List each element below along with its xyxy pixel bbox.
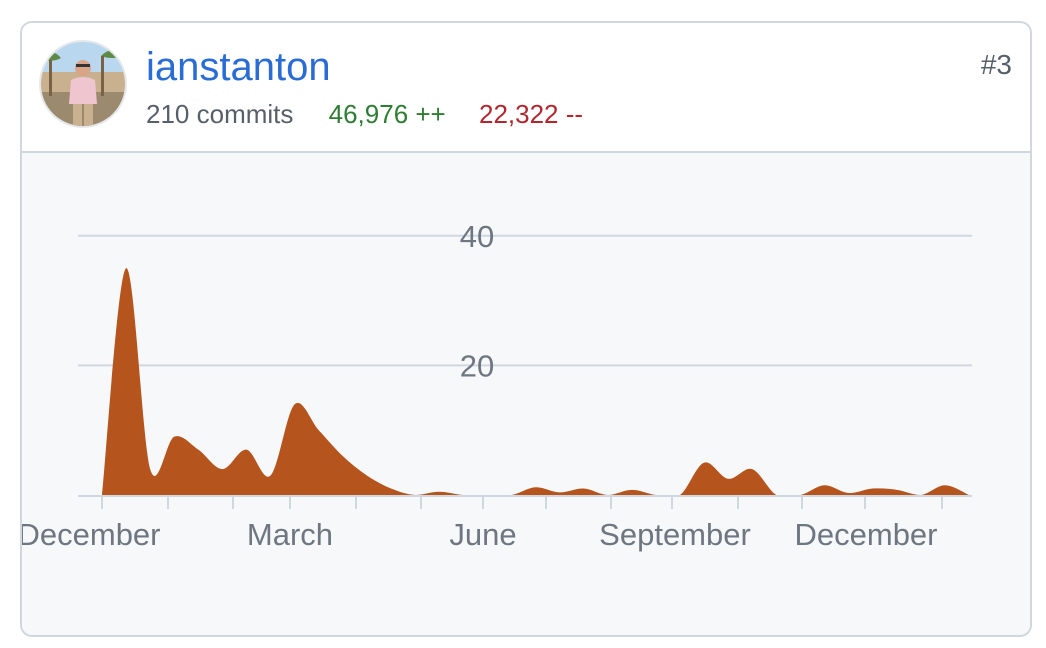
username-link[interactable]: ianstanton — [146, 47, 331, 87]
x-axis-ticks — [101, 497, 943, 509]
x-tick-label: June — [449, 517, 516, 552]
y-tick-label: 20 — [460, 348, 494, 383]
chart-gridlines — [78, 234, 972, 367]
contributor-card: ianstanton 210 commits 46,976 ++ 22,322 … — [20, 21, 1032, 637]
deletions-count: 22,322 -- — [478, 99, 584, 129]
contributor-rank: #3 — [980, 49, 1012, 80]
card-header: ianstanton 210 commits 46,976 ++ 22,322 … — [22, 23, 1030, 153]
contribution-stats: 210 commits 46,976 ++ 22,322 -- — [146, 101, 583, 127]
commit-area-series — [102, 268, 969, 495]
x-tick-label: December — [22, 517, 161, 552]
y-axis-labels: 2040 — [460, 219, 494, 384]
y-tick-label: 40 — [460, 219, 494, 254]
commit-activity-chart: 2040 December March June September December — [22, 219, 972, 552]
x-tick-label: September — [599, 517, 751, 552]
user-avatar-photo[interactable] — [39, 40, 127, 128]
x-tick-label: December — [795, 517, 938, 552]
x-axis-labels: December March June September December — [22, 517, 938, 552]
commit-count[interactable]: 210 commits — [146, 99, 293, 129]
additions-count: 46,976 ++ — [328, 99, 446, 129]
x-tick-label: March — [247, 517, 333, 552]
